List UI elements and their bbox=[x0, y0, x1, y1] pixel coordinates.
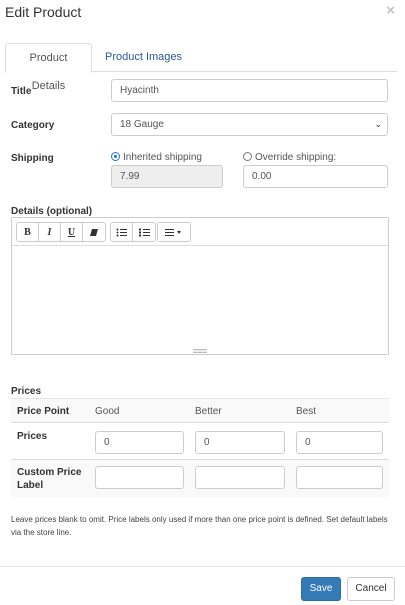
list-button-group bbox=[110, 222, 156, 242]
override-shipping-input[interactable] bbox=[243, 165, 388, 188]
override-shipping-radio[interactable]: Override shipping: bbox=[243, 152, 336, 163]
italic-icon[interactable]: I bbox=[39, 223, 61, 241]
align-button-group bbox=[157, 222, 191, 242]
bulleted-list-icon[interactable] bbox=[111, 223, 133, 241]
custom-price-label-row: Custom Price Label bbox=[11, 459, 389, 497]
bold-icon[interactable]: B bbox=[17, 223, 39, 241]
editor-toolbar: B I U bbox=[12, 218, 388, 246]
custom-label-better-input[interactable] bbox=[195, 466, 285, 489]
modal-header: Edit Product × bbox=[0, 0, 405, 30]
price-best-input[interactable] bbox=[296, 431, 383, 454]
prices-section-label: Prices bbox=[11, 386, 42, 397]
editor-resize-handle[interactable] bbox=[193, 349, 207, 353]
align-dropdown-icon[interactable] bbox=[158, 223, 190, 241]
custom-price-label-row-label: Custom Price Label bbox=[17, 467, 82, 491]
title-label: Title bbox=[11, 86, 32, 97]
close-icon[interactable]: × bbox=[386, 3, 395, 18]
custom-label-good-input[interactable] bbox=[95, 466, 184, 489]
column-best: Best bbox=[296, 406, 317, 417]
underline-icon[interactable]: U bbox=[61, 223, 83, 241]
price-point-header-row: Price Point Good Better Best bbox=[11, 398, 389, 422]
numbered-list-icon[interactable] bbox=[133, 223, 155, 241]
modal-title: Edit Product bbox=[5, 4, 82, 20]
save-button[interactable]: Save bbox=[301, 577, 341, 601]
eraser-icon[interactable] bbox=[83, 223, 105, 241]
inherited-shipping-input bbox=[111, 165, 223, 188]
column-better: Better bbox=[195, 406, 222, 417]
category-selected-value: 18 Gauge bbox=[120, 119, 164, 130]
details-rich-text-editor[interactable]: B I U bbox=[11, 217, 389, 355]
column-good: Good bbox=[95, 406, 120, 417]
edit-product-modal: Edit Product × Product Details Product I… bbox=[0, 0, 405, 605]
inherited-shipping-label: Inherited shipping bbox=[123, 152, 202, 163]
title-input[interactable] bbox=[111, 79, 388, 102]
prices-row: Prices bbox=[11, 422, 389, 459]
cancel-button[interactable]: Cancel bbox=[347, 577, 395, 601]
tab-product-details[interactable]: Product Details bbox=[5, 43, 92, 92]
inherited-shipping-radio[interactable]: Inherited shipping bbox=[111, 152, 202, 163]
tab-product-images[interactable]: Product Images bbox=[95, 43, 192, 72]
shipping-label: Shipping bbox=[11, 153, 54, 164]
prices-row-label: Prices bbox=[17, 431, 48, 442]
price-better-input[interactable] bbox=[195, 431, 285, 454]
price-good-input[interactable] bbox=[95, 431, 184, 454]
radio-unchecked-icon bbox=[243, 152, 252, 161]
radio-checked-icon bbox=[111, 152, 120, 161]
chevron-down-icon: ⌄ bbox=[374, 119, 382, 129]
format-button-group: B I U bbox=[16, 222, 106, 242]
override-shipping-label: Override shipping: bbox=[255, 152, 337, 163]
details-label: Details (optional) bbox=[11, 206, 93, 217]
category-select[interactable]: 18 Gauge ⌄ bbox=[111, 113, 388, 136]
price-point-header: Price Point bbox=[17, 406, 70, 417]
category-label: Category bbox=[11, 120, 55, 131]
tab-bar: Product Details Product Images bbox=[5, 43, 397, 92]
footer-divider bbox=[0, 566, 405, 567]
prices-help-text: Leave prices blank to omit. Price labels… bbox=[11, 515, 388, 537]
custom-label-best-input[interactable] bbox=[296, 466, 383, 489]
